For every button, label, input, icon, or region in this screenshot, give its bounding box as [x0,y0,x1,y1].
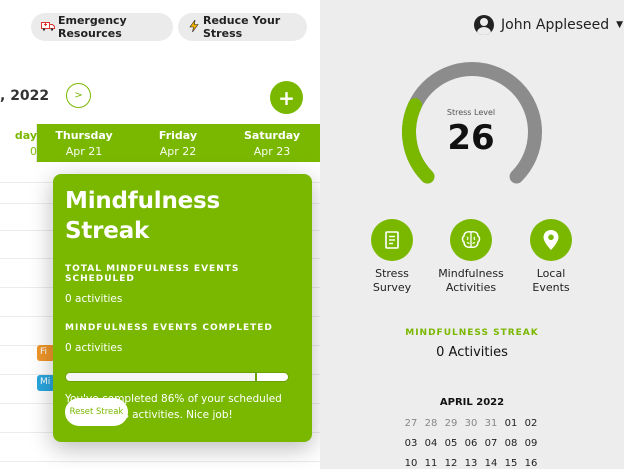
mini-calendar-day[interactable]: 13 [461,456,481,469]
mini-calendar-week: 03 04 05 06 07 08 09 [401,436,541,456]
ambulance-icon [41,21,55,34]
day-name: Friday [158,129,198,142]
day-column-friday[interactable]: Friday Apr 22 [131,124,225,162]
mini-calendar-day[interactable]: 15 [501,456,521,469]
day-date: Apr 22 [159,145,197,158]
mindfulness-streak-value: 0 Activities [436,345,508,360]
caret-down-icon: ▼ [616,20,624,30]
mini-calendar-day[interactable]: 06 [461,436,481,456]
mini-calendar-grid: 27 28 29 30 31 01 02 03 04 05 06 07 08 09 10 11 12 13 14 15… [401,416,541,469]
next-week-button[interactable]: > [66,83,91,108]
location-pin-icon [530,219,572,261]
reset-streak-button[interactable]: Reset Streak [65,398,128,426]
scheduled-label: TOTAL MINDFULNESS EVENTS SCHEDULED [65,264,240,284]
mini-calendar-title: APRIL 2022 [439,397,505,408]
day-column-saturday[interactable]: Saturday Apr 23 [225,124,319,162]
day-date: Apr 21 [65,145,103,158]
scheduled-value: 0 activities [65,293,123,305]
mindfulness-streak-label: MINDFULNESS STREAK [405,328,539,338]
stress-level-value: 26 [447,118,495,158]
day-date: 0 [30,145,37,158]
stress-level-label: Stress Level [446,108,496,117]
mini-calendar-day[interactable]: 07 [481,436,501,456]
action-label-line1: Stress [375,267,409,280]
user-name: John Appleseed [501,17,610,33]
week-day-header: day 0 Thursday Apr 21 Friday Apr 22 Satu… [0,124,320,162]
calendar-month-title: , 2022 [0,88,50,104]
mini-calendar-day[interactable]: 05 [441,436,461,456]
completed-label: MINDFULNESS EVENTS COMPLETED [65,323,273,333]
day-column-current[interactable]: day 0 [0,124,37,162]
mini-calendar-day[interactable]: 09 [521,436,541,456]
action-label-line1: Mindfulness [438,267,504,280]
mini-calendar-day[interactable]: 27 [401,416,421,436]
mini-calendar-week: 27 28 29 30 31 01 02 [401,416,541,436]
user-menu[interactable]: John Appleseed ▼ [474,15,623,35]
action-label-line1: Local [536,267,566,280]
mini-calendar-day[interactable]: 03 [401,436,421,456]
mindfulness-streak-popup: Mindfulness Streak TOTAL MINDFULNESS EVE… [53,174,312,442]
emergency-resources-button[interactable]: Emergency Resources [31,13,173,41]
emergency-resources-label: Emergency Resources [58,14,127,40]
mini-calendar-day[interactable]: 31 [481,416,501,436]
mini-calendar-day[interactable]: 10 [401,456,421,469]
popup-title: Mindfulness Streak [65,188,221,244]
mini-calendar-day[interactable]: 02 [521,416,541,436]
local-events-button[interactable]: Local Events [511,219,591,295]
mini-calendar-day[interactable]: 30 [461,416,481,436]
day-date: Apr 23 [253,145,291,158]
reduce-stress-label: Reduce Your Stress [203,14,281,40]
day-name: Saturday [244,129,300,142]
action-label-line2: Activities [445,281,497,294]
mini-calendar-day[interactable]: 12 [441,456,461,469]
grid-line [0,461,320,462]
streak-progress-fill [66,373,257,381]
brain-icon [450,219,492,261]
day-name: day [14,129,37,142]
completed-value: 0 activities [65,342,123,354]
day-column-thursday[interactable]: Thursday Apr 21 [37,124,131,162]
mini-calendar-day[interactable]: 14 [481,456,501,469]
action-label-line2: Survey [372,281,412,294]
mini-calendar-day[interactable]: 11 [421,456,441,469]
mini-calendar-day[interactable]: 01 [501,416,521,436]
lightning-icon [188,18,200,35]
mindfulness-activities-button[interactable]: Mindfulness Activities [431,219,511,295]
mini-calendar-day[interactable]: 04 [421,436,441,456]
streak-progress-bar [65,372,289,382]
calendar-panel: Emergency Resources Reduce Your Stress ,… [0,0,320,469]
day-name: Thursday [55,129,113,142]
mini-calendar-day[interactable]: 08 [501,436,521,456]
user-avatar-icon [474,15,494,35]
mini-calendar-day[interactable]: 29 [441,416,461,436]
survey-icon [371,219,413,261]
reduce-stress-button[interactable]: Reduce Your Stress [178,13,307,41]
stress-survey-button[interactable]: Stress Survey [352,219,432,295]
add-event-button[interactable]: + [270,81,303,114]
mini-calendar-day[interactable]: 16 [521,456,541,469]
action-label-line2: Events [532,281,570,294]
mini-calendar-week: 10 11 12 13 14 15 16 [401,456,541,469]
dashboard-sidebar: John Appleseed ▼ Stress Level 26 Stress S… [320,0,624,469]
mini-calendar-day[interactable]: 28 [421,416,441,436]
